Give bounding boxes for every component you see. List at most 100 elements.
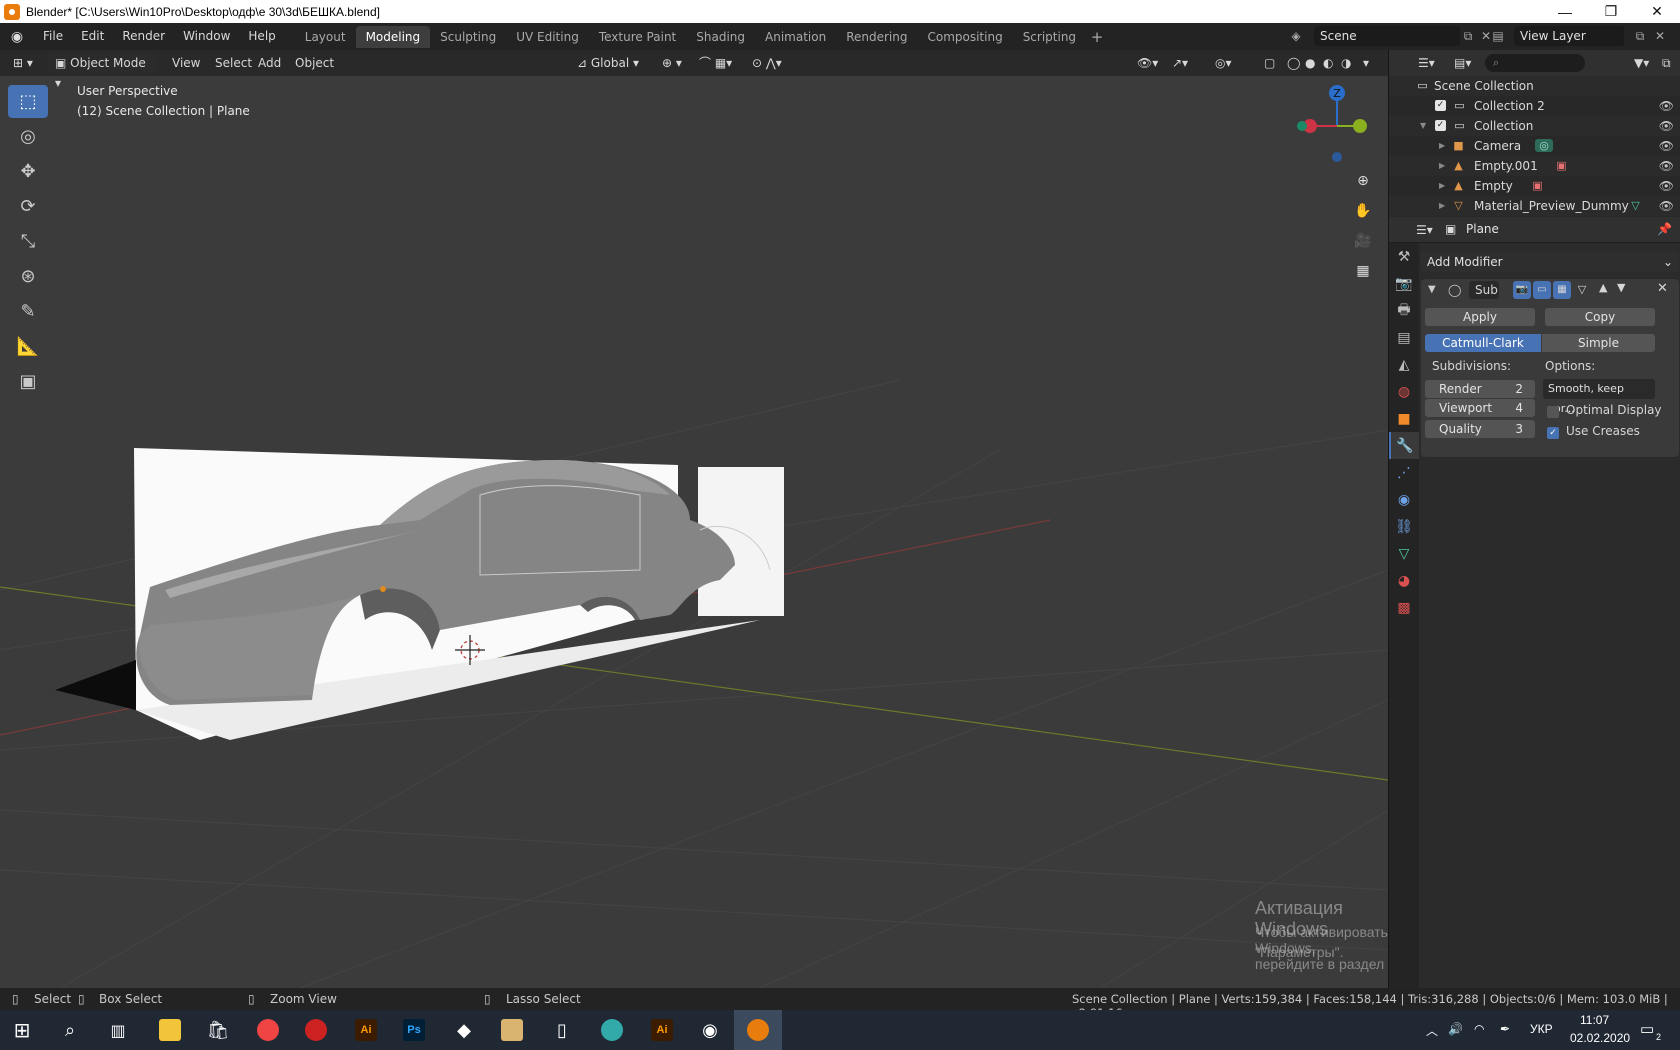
constraints-tab-icon[interactable]: ⛓ xyxy=(1389,513,1419,540)
snap-icon[interactable]: ⌒ ▦▾ xyxy=(692,53,739,73)
new-view-layer-icon[interactable]: ⧉ xyxy=(1632,29,1648,43)
photoshop-icon[interactable]: Ps xyxy=(396,1014,432,1046)
output-tab-icon[interactable]: 🖶 xyxy=(1389,297,1419,324)
collapse-arrow-icon[interactable]: ▼ xyxy=(1428,284,1436,295)
task-view-icon[interactable]: ▥ xyxy=(100,1014,136,1046)
particles-tab-icon[interactable]: ⋰ xyxy=(1389,459,1419,486)
move-down-icon[interactable]: ▼ xyxy=(1617,281,1625,294)
world-tab-icon[interactable]: ◍ xyxy=(1389,378,1419,405)
move-tool-icon[interactable]: ✥ xyxy=(8,155,48,188)
menu-render[interactable]: Render xyxy=(113,23,174,50)
blender-active-icon[interactable] xyxy=(734,1010,782,1050)
pan-hand-icon[interactable]: ✋ xyxy=(1350,198,1376,224)
expand-arrow-icon[interactable]: ▶ xyxy=(1439,136,1445,156)
clock-date[interactable]: 02.02.2020 xyxy=(1570,1031,1630,1045)
apply-button[interactable]: Apply xyxy=(1425,308,1535,326)
modifier-name-field[interactable]: Sub xyxy=(1469,281,1499,299)
eye-icon[interactable]: 👁 xyxy=(1659,176,1674,196)
display-mode-icon[interactable]: ▤▾ xyxy=(1447,53,1478,73)
scale-tool-icon[interactable]: ⤡ xyxy=(8,225,48,258)
blender-2-icon[interactable]: ◉ xyxy=(692,1014,728,1046)
render-levels-field[interactable]: Render 2 xyxy=(1425,380,1535,398)
annotate-tool-icon[interactable]: ✎ xyxy=(8,295,48,328)
physics-tab-icon[interactable]: ◉ xyxy=(1389,486,1419,513)
mode-selector[interactable]: ▣ Object Mode ▾ xyxy=(48,53,156,90)
tab-scripting[interactable]: Scripting xyxy=(1013,26,1086,48)
inkscape-icon[interactable]: ◆ xyxy=(446,1014,482,1046)
edit-mode-toggle-icon[interactable]: 📷 xyxy=(1513,281,1531,299)
render-toggle-icon[interactable]: ▦ xyxy=(1553,281,1571,299)
ortho-grid-icon[interactable]: ▦ xyxy=(1350,258,1376,284)
remove-modifier-icon[interactable]: ✕ xyxy=(1657,281,1668,296)
tab-animation[interactable]: Animation xyxy=(755,26,836,48)
image-data-icon[interactable]: ▣ xyxy=(1531,179,1544,192)
view-layer-icon[interactable]: ▤ xyxy=(1490,29,1506,43)
catmull-clark-button[interactable]: Catmull-Clark xyxy=(1425,334,1541,352)
media-player-icon[interactable] xyxy=(494,1014,530,1046)
zoom-icon[interactable]: ⊕ xyxy=(1350,168,1376,194)
outliner-row-empty-001[interactable]: ▶ ▲ Empty.001 ▣ 👁 xyxy=(1389,156,1680,176)
render-tab-icon[interactable]: 📷 xyxy=(1389,270,1419,297)
search-icon[interactable]: ⌕ xyxy=(52,1014,88,1046)
move-up-icon[interactable]: ▲ xyxy=(1599,281,1607,294)
viewport-levels-field[interactable]: Viewport 4 xyxy=(1425,399,1535,417)
texture-tab-icon[interactable]: ▩ xyxy=(1389,594,1419,621)
eye-icon[interactable]: 👁 xyxy=(1659,156,1674,176)
outliner-row-empty[interactable]: ▶ ▲ Empty ▣ 👁 xyxy=(1389,176,1680,196)
red-app-icon[interactable] xyxy=(298,1014,334,1046)
menu-window[interactable]: Window xyxy=(174,23,239,50)
optimal-display-checkbox[interactable] xyxy=(1547,406,1559,418)
expand-arrow-icon[interactable]: ▼ xyxy=(1420,116,1426,136)
mesh-data-tab-icon[interactable]: ▽ xyxy=(1389,540,1419,567)
view-layer-tab-icon[interactable]: ▤ xyxy=(1389,324,1419,351)
transform-orientation[interactable]: ⊿ Global ▾ xyxy=(570,53,648,73)
material-tab-icon[interactable]: ◕ xyxy=(1389,567,1419,594)
scene-selector[interactable]: Scene xyxy=(1314,26,1460,46)
measure-tool-icon[interactable]: 📐 xyxy=(8,330,48,363)
expand-arrow-icon[interactable]: ▶ xyxy=(1439,176,1445,196)
visibility-icon[interactable]: 👁▾ xyxy=(1130,53,1165,73)
tab-sculpting[interactable]: Sculpting xyxy=(430,26,506,48)
add-cube-tool-icon[interactable]: ▣ xyxy=(8,365,48,398)
menu-file[interactable]: File xyxy=(34,23,72,50)
simple-button[interactable]: Simple xyxy=(1542,334,1655,352)
pivot-point-icon[interactable]: ⊕ ▾ xyxy=(655,53,689,73)
tab-texture-paint[interactable]: Texture Paint xyxy=(589,26,686,48)
eye-icon[interactable]: 👁 xyxy=(1659,136,1674,156)
tab-rendering[interactable]: Rendering xyxy=(836,26,917,48)
language-indicator[interactable]: УКР xyxy=(1530,1022,1553,1036)
image-data-icon[interactable]: ▣ xyxy=(1555,159,1568,172)
eye-icon[interactable]: 👁 xyxy=(1659,196,1674,216)
quality-field[interactable]: Quality 3 xyxy=(1425,420,1535,438)
modifier-tab-icon[interactable]: 🔧 xyxy=(1389,432,1419,459)
close-button[interactable]: ✕ xyxy=(1634,0,1680,23)
outliner-row-camera[interactable]: ▶ ■ Camera ◎ 👁 xyxy=(1389,136,1680,156)
overlays-icon[interactable]: ◎▾ xyxy=(1208,53,1239,73)
document-icon[interactable]: ▯ xyxy=(544,1014,580,1046)
restore-button[interactable]: ❐ xyxy=(1588,0,1634,23)
tab-modeling[interactable]: Modeling xyxy=(355,25,431,48)
clock-time[interactable]: 11:07 xyxy=(1580,1013,1609,1027)
outliner-search-input[interactable]: ⌕ xyxy=(1485,54,1585,72)
outliner-row-scene-collection[interactable]: ▭ Scene Collection xyxy=(1389,76,1680,96)
illustrator-icon[interactable]: Ai xyxy=(348,1014,384,1046)
illustrator-2-icon[interactable]: Ai xyxy=(644,1014,680,1046)
eye-icon[interactable]: 👁 xyxy=(1659,116,1674,136)
chrome-icon[interactable] xyxy=(250,1014,286,1046)
transform-tool-icon[interactable]: ⊛ xyxy=(8,260,48,293)
outliner-row-material-preview-dummy[interactable]: ▶ ▽ Material_Preview_Dummy ▽ 👁 xyxy=(1389,196,1680,216)
menu-edit[interactable]: Edit xyxy=(72,23,113,50)
view-layer-selector[interactable]: View Layer xyxy=(1514,26,1624,46)
file-explorer-icon[interactable] xyxy=(152,1014,188,1046)
camera-data-icon[interactable]: ◎ xyxy=(1535,139,1553,152)
cage-toggle-icon[interactable]: ▽ xyxy=(1573,281,1591,299)
properties-editor-icon[interactable]: ☰▾ xyxy=(1409,220,1440,240)
expand-arrow-icon[interactable]: ▶ xyxy=(1439,156,1445,176)
filter-icon[interactable]: ▼▾ xyxy=(1627,53,1656,73)
rotate-tool-icon[interactable]: ⟳ xyxy=(8,190,48,223)
delete-view-layer-icon[interactable]: ✕ xyxy=(1652,29,1668,43)
teal-app-icon[interactable] xyxy=(594,1014,630,1046)
exclude-checkbox[interactable]: ✓ xyxy=(1435,120,1446,131)
tray-chevron-icon[interactable]: ︿ xyxy=(1426,1022,1438,1039)
tab-uv-editing[interactable]: UV Editing xyxy=(506,26,589,48)
